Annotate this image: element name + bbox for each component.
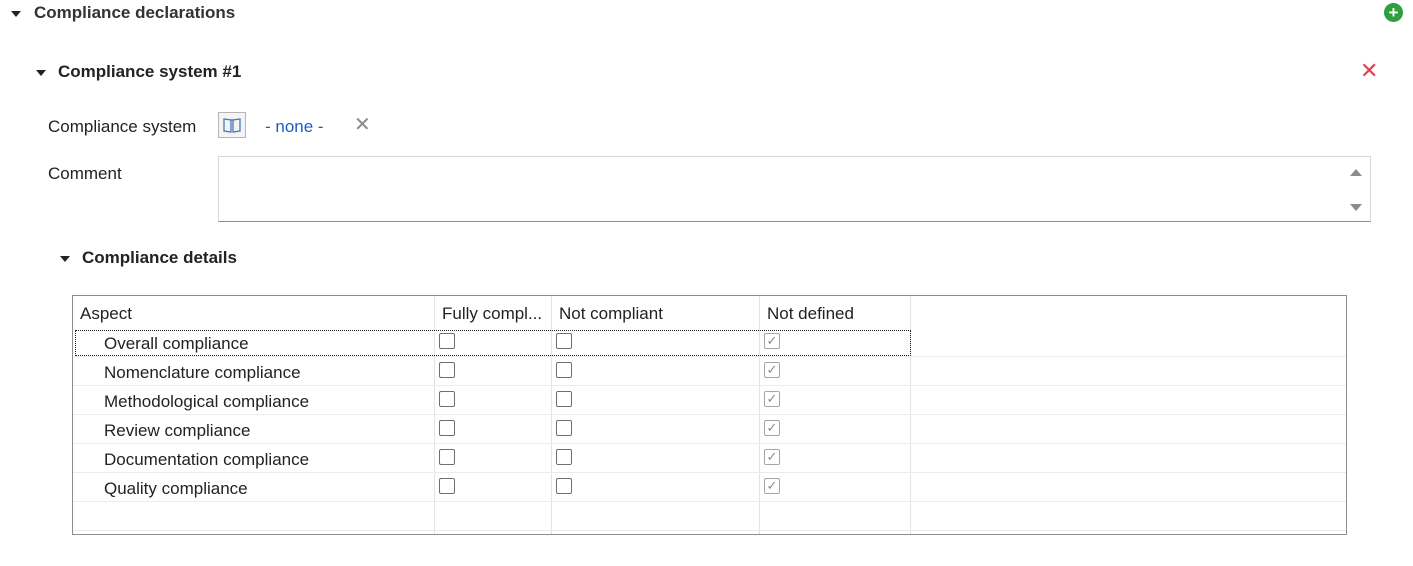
column-header-not-defined[interactable]: Not defined bbox=[767, 304, 907, 324]
close-icon[interactable]: ✕ bbox=[1360, 60, 1378, 82]
not-compliant-checkbox[interactable] bbox=[556, 333, 572, 349]
clear-icon[interactable]: ✕ bbox=[354, 115, 371, 135]
not-defined-checkbox[interactable]: ✓ bbox=[764, 333, 780, 349]
fully-compliant-checkbox[interactable] bbox=[439, 333, 455, 349]
table-row[interactable]: Overall compliance ✓ bbox=[73, 327, 1346, 356]
collapse-arrow-icon[interactable] bbox=[60, 256, 70, 262]
table-row[interactable]: Review compliance ✓ bbox=[73, 414, 1346, 443]
not-compliant-checkbox[interactable] bbox=[556, 362, 572, 378]
fully-compliant-checkbox[interactable] bbox=[439, 362, 455, 378]
not-defined-checkbox[interactable]: ✓ bbox=[764, 362, 780, 378]
compliance-system-link[interactable]: - none - bbox=[265, 117, 324, 137]
not-defined-checkbox[interactable]: ✓ bbox=[764, 420, 780, 436]
column-header-fully-compliant[interactable]: Fully compl... bbox=[442, 304, 548, 324]
not-defined-checkbox[interactable]: ✓ bbox=[764, 449, 780, 465]
column-header-aspect[interactable]: Aspect bbox=[80, 304, 425, 324]
details-title: Compliance details bbox=[82, 248, 237, 267]
table-row[interactable]: Quality compliance ✓ bbox=[73, 472, 1346, 501]
table-row[interactable]: Methodological compliance ✓ bbox=[73, 385, 1346, 414]
book-icon[interactable] bbox=[218, 112, 246, 138]
not-compliant-checkbox[interactable] bbox=[556, 391, 572, 407]
book-icon-svg bbox=[223, 118, 241, 133]
not-compliant-checkbox[interactable] bbox=[556, 449, 572, 465]
plus-circle-icon[interactable]: + bbox=[1384, 3, 1403, 22]
aspect-cell: Methodological compliance bbox=[104, 392, 310, 411]
fully-compliant-checkbox[interactable] bbox=[439, 449, 455, 465]
compliance-details-table[interactable]: Aspect Fully compl... Not compliant Not … bbox=[72, 295, 1347, 535]
not-defined-checkbox[interactable]: ✓ bbox=[764, 391, 780, 407]
not-compliant-checkbox[interactable] bbox=[556, 420, 572, 436]
collapse-arrow-icon[interactable] bbox=[11, 11, 21, 17]
fully-compliant-checkbox[interactable] bbox=[439, 478, 455, 494]
aspect-cell: Review compliance bbox=[104, 421, 251, 440]
aspect-cell: Quality compliance bbox=[104, 479, 248, 498]
fully-compliant-checkbox[interactable] bbox=[439, 391, 455, 407]
scroll-up-icon[interactable] bbox=[1350, 169, 1362, 176]
aspect-cell: Overall compliance bbox=[104, 334, 249, 353]
table-row[interactable]: Documentation compliance ✓ bbox=[73, 443, 1346, 472]
aspect-cell: Documentation compliance bbox=[104, 450, 310, 469]
scroll-down-icon[interactable] bbox=[1350, 204, 1362, 211]
column-header-not-compliant[interactable]: Not compliant bbox=[559, 304, 754, 324]
not-defined-checkbox[interactable]: ✓ bbox=[764, 478, 780, 494]
collapse-arrow-icon[interactable] bbox=[36, 70, 46, 76]
system-title: Compliance system #1 bbox=[58, 62, 242, 81]
table-row[interactable]: Nomenclature compliance ✓ bbox=[73, 356, 1346, 385]
not-compliant-checkbox[interactable] bbox=[556, 478, 572, 494]
row-divider bbox=[73, 530, 1346, 531]
fully-compliant-checkbox[interactable] bbox=[439, 420, 455, 436]
aspect-cell: Nomenclature compliance bbox=[104, 363, 301, 382]
compliance-system-label: Compliance system bbox=[48, 117, 197, 136]
comment-label: Comment bbox=[48, 164, 122, 183]
row-divider bbox=[73, 501, 1346, 502]
comment-textarea[interactable] bbox=[218, 156, 1371, 222]
section-title: Compliance declarations bbox=[34, 3, 236, 22]
